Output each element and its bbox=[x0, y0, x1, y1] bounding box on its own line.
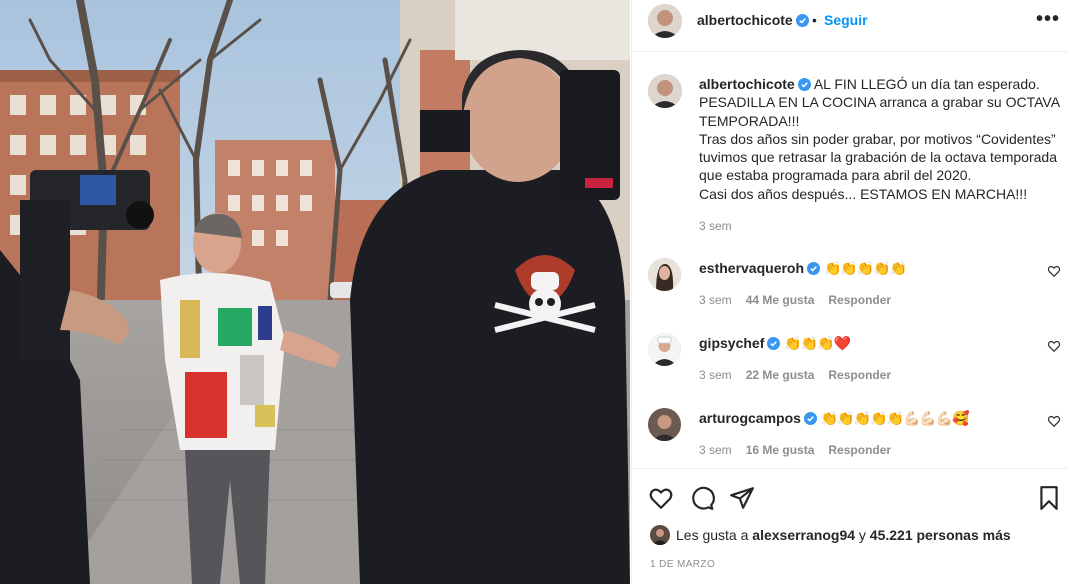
caption-line: TEMPORADA!!! bbox=[699, 112, 800, 129]
comment-item: gipsychef 👏👏👏❤️ 3 sem 22 Me gusta Responde… bbox=[632, 331, 1068, 397]
heart-icon[interactable] bbox=[1047, 414, 1061, 428]
verified-badge-icon bbox=[795, 14, 809, 27]
likes-conj: y bbox=[858, 527, 866, 543]
verified-badge-icon bbox=[767, 337, 781, 350]
post-date[interactable]: 1 DE MARZO bbox=[650, 559, 715, 570]
caption-line: Tras dos años sin poder grabar, por moti… bbox=[699, 130, 1056, 147]
reply-button[interactable]: Responder bbox=[828, 368, 891, 382]
author-username[interactable]: albertochicote bbox=[697, 12, 809, 28]
comment-text: 👏👏👏👏👏💪🏻💪🏻💪🏻🥰 bbox=[820, 410, 970, 426]
comment-username[interactable]: gipsychef bbox=[699, 335, 764, 351]
separator-dot: • bbox=[812, 12, 817, 28]
comment-time[interactable]: 3 sem bbox=[699, 443, 732, 457]
post-actions: Les gusta a alexserranog94 y 45.221 pers… bbox=[632, 468, 1068, 584]
comment-icon[interactable] bbox=[689, 485, 715, 511]
comment-time[interactable]: 3 sem bbox=[699, 368, 732, 382]
share-icon[interactable] bbox=[729, 485, 755, 511]
comment-meta: 3 sem 16 Me gusta Responder bbox=[699, 443, 905, 457]
liker-avatar[interactable] bbox=[650, 525, 670, 545]
post-header: albertochicote • Seguir ••• bbox=[632, 0, 1068, 52]
comment-text: 👏👏👏❤️ bbox=[784, 335, 851, 351]
comment-likes[interactable]: 44 Me gusta bbox=[746, 293, 815, 307]
post-side-panel: albertochicote • Seguir ••• albertochico… bbox=[631, 0, 1068, 584]
comment-item: esthervaqueroh 👏👏👏👏👏 3 sem 44 Me gusta Res… bbox=[632, 256, 1068, 322]
bookmark-icon[interactable] bbox=[1036, 485, 1062, 511]
caption-avatar[interactable] bbox=[648, 74, 682, 108]
comment-username[interactable]: arturogcampos bbox=[699, 410, 801, 426]
comment-line: esthervaqueroh 👏👏👏👏👏 bbox=[699, 260, 907, 277]
heart-icon[interactable] bbox=[1047, 264, 1061, 278]
comment-line: gipsychef 👏👏👏❤️ bbox=[699, 335, 851, 352]
comment-meta: 3 sem 22 Me gusta Responder bbox=[699, 368, 905, 382]
like-heart-icon[interactable] bbox=[648, 485, 674, 511]
likes-summary: Les gusta a alexserranog94 y 45.221 pers… bbox=[650, 525, 1011, 545]
commenter-avatar[interactable] bbox=[648, 408, 681, 441]
comment-likes[interactable]: 22 Me gusta bbox=[746, 368, 815, 382]
liker-username[interactable]: alexserranog94 bbox=[752, 527, 855, 543]
comment-time[interactable]: 3 sem bbox=[699, 293, 732, 307]
author-username-text[interactable]: albertochicote bbox=[697, 12, 793, 28]
caption-line: AL FIN LLEGÓ un día tan esperado. bbox=[813, 76, 1040, 92]
caption-line: PESADILLA EN LA COCINA arranca a grabar … bbox=[699, 94, 1061, 111]
caption-username[interactable]: albertochicote bbox=[699, 76, 795, 92]
reply-button[interactable]: Responder bbox=[828, 293, 891, 307]
author-avatar[interactable] bbox=[648, 4, 682, 38]
comment-line: arturogcampos 👏👏👏👏👏💪🏻💪🏻💪🏻🥰 bbox=[699, 410, 970, 427]
caption-line: que estaba programada para abril del 202… bbox=[699, 167, 972, 184]
reply-button[interactable]: Responder bbox=[828, 443, 891, 457]
likes-prefix: Les gusta a bbox=[676, 527, 749, 543]
more-options-icon[interactable]: ••• bbox=[1036, 9, 1060, 29]
verified-badge-icon bbox=[797, 78, 811, 91]
photo-illustration bbox=[0, 0, 630, 584]
commenter-avatar[interactable] bbox=[648, 258, 681, 291]
comment-text: 👏👏👏👏👏 bbox=[823, 260, 907, 276]
comment-item: arturogcampos 👏👏👏👏👏💪🏻💪🏻💪🏻🥰 3 sem 16 Me gu… bbox=[632, 406, 1068, 472]
comment-meta: 3 sem 44 Me gusta Responder bbox=[699, 293, 905, 307]
caption-line: tuvimos que retrasar la grabación de la … bbox=[699, 149, 1057, 166]
caption-text: albertochicote AL FIN LLEGÓ un día tan e… bbox=[699, 75, 1061, 203]
commenter-avatar[interactable] bbox=[648, 333, 681, 366]
verified-badge-icon bbox=[803, 412, 817, 425]
heart-icon[interactable] bbox=[1047, 339, 1061, 353]
follow-button[interactable]: Seguir bbox=[824, 12, 868, 28]
caption-line: Casi dos años después... ESTAMOS EN MARC… bbox=[699, 185, 1028, 202]
verified-badge-icon bbox=[807, 262, 821, 275]
likes-others[interactable]: 45.221 personas más bbox=[870, 527, 1011, 543]
comment-likes[interactable]: 16 Me gusta bbox=[746, 443, 815, 457]
caption-timestamp[interactable]: 3 sem bbox=[699, 219, 732, 233]
post-photo[interactable] bbox=[0, 0, 630, 584]
comment-username[interactable]: esthervaqueroh bbox=[699, 260, 804, 276]
